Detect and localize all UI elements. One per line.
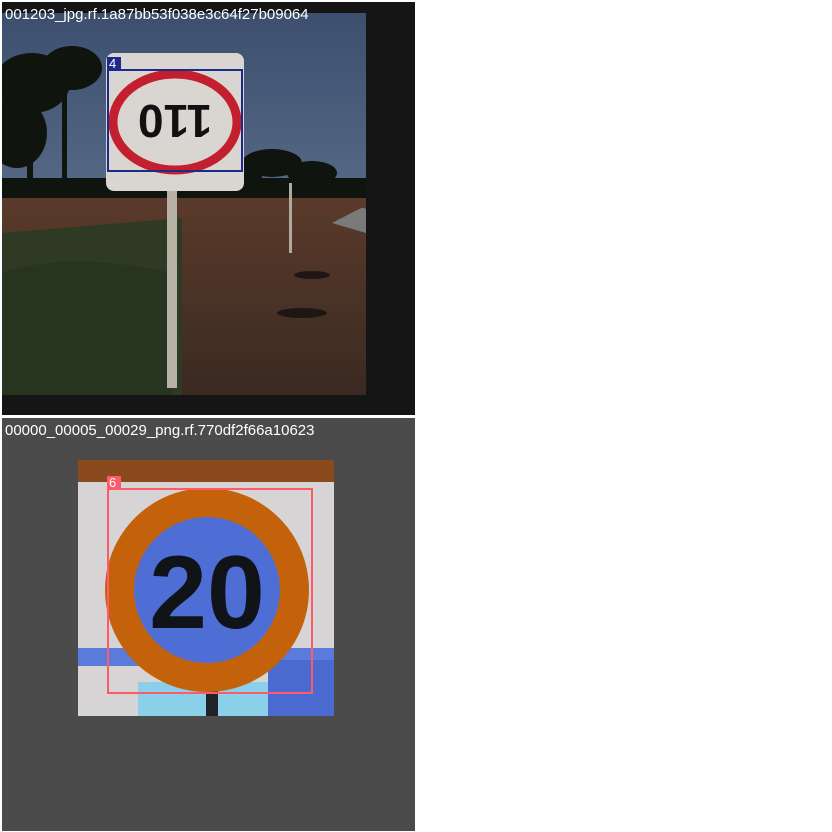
- image-filename: 00000_00005_00029_png.rf.770df2f66a10623: [5, 422, 315, 439]
- class-label-tag: 6: [107, 476, 121, 490]
- mosaic-tile-1: 110 001203_jpg.rf.1a87bb53f038e3c64f27b0…: [2, 2, 415, 415]
- detection-box: 6: [107, 476, 313, 694]
- image-filename: 001203_jpg.rf.1a87bb53f038e3c64f27b09064: [5, 6, 309, 23]
- class-label-tag: 4: [107, 57, 121, 71]
- detection-box: 4: [107, 57, 243, 172]
- mosaic-tile-2: 20 00000_00005_00029_png.rf.770df2f66a10…: [2, 418, 415, 831]
